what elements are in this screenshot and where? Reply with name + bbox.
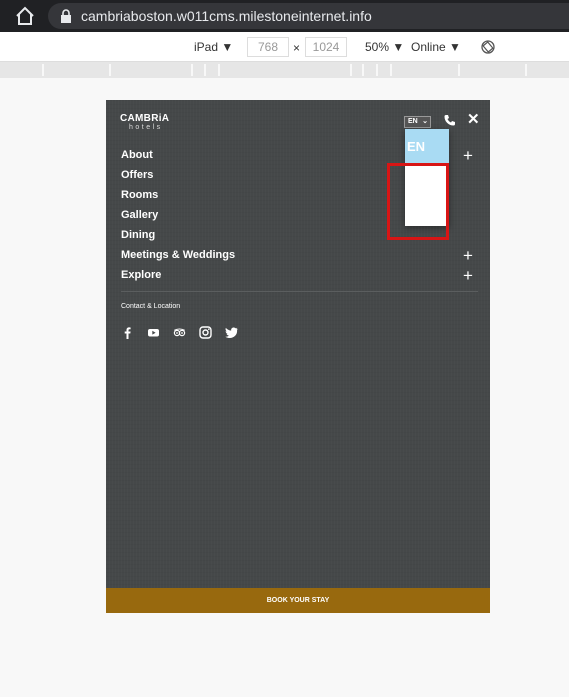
expand-meetings-icon[interactable]: +	[463, 247, 473, 264]
language-select[interactable]: EN ⌄	[404, 116, 431, 128]
nav-item-explore[interactable]: Explore	[121, 268, 235, 288]
nav-item-offers[interactable]: Offers	[121, 168, 235, 188]
media-query-ruler[interactable]	[0, 62, 569, 78]
rotate-icon[interactable]	[480, 39, 496, 55]
chevron-down-icon: ⌄	[422, 118, 428, 125]
highlight-box	[387, 163, 449, 240]
zoom-select[interactable]: 50% ▼	[365, 40, 404, 54]
instagram-icon[interactable]	[199, 326, 212, 339]
nav-item-dining[interactable]: Dining	[121, 228, 235, 248]
phone-icon[interactable]	[444, 114, 456, 126]
lock-icon	[61, 9, 71, 23]
main-navigation: About Offers Rooms Gallery Dining Meetin…	[121, 148, 235, 288]
tripadvisor-icon[interactable]	[173, 326, 186, 339]
device-toolbar: iPad ▼ 768 × 1024 50% ▼ Online ▼	[0, 32, 569, 62]
menu-divider	[121, 291, 478, 292]
expand-explore-icon[interactable]: +	[463, 267, 473, 284]
expand-about-icon[interactable]: +	[463, 147, 473, 164]
nav-item-gallery[interactable]: Gallery	[121, 208, 235, 228]
home-icon[interactable]	[14, 6, 36, 26]
url-text: cambriaboston.w011cms.milestoneinternet.…	[81, 8, 372, 24]
height-input[interactable]: 1024	[305, 37, 347, 57]
browser-toolbar: cambriaboston.w011cms.milestoneinternet.…	[0, 0, 569, 32]
book-your-stay-button[interactable]: BOOK YOUR STAY	[106, 588, 490, 613]
device-select[interactable]: iPad ▼	[194, 40, 233, 54]
language-option-en[interactable]: EN	[405, 129, 449, 163]
youtube-icon[interactable]	[147, 326, 160, 339]
cambria-logo[interactable]: CAMBRiA hotels	[120, 113, 169, 131]
close-icon[interactable]: ✕	[467, 112, 480, 127]
network-select[interactable]: Online ▼	[411, 40, 461, 54]
social-links	[121, 326, 238, 339]
twitter-icon[interactable]	[225, 326, 238, 339]
nav-item-rooms[interactable]: Rooms	[121, 188, 235, 208]
nav-item-meetings-weddings[interactable]: Meetings & Weddings	[121, 248, 235, 268]
address-bar[interactable]: cambriaboston.w011cms.milestoneinternet.…	[48, 3, 569, 29]
width-input[interactable]: 768	[247, 37, 289, 57]
dimension-separator: ×	[293, 41, 301, 55]
nav-item-about[interactable]: About	[121, 148, 235, 168]
contact-location-link[interactable]: Contact & Location	[121, 303, 180, 310]
facebook-icon[interactable]	[121, 326, 134, 339]
